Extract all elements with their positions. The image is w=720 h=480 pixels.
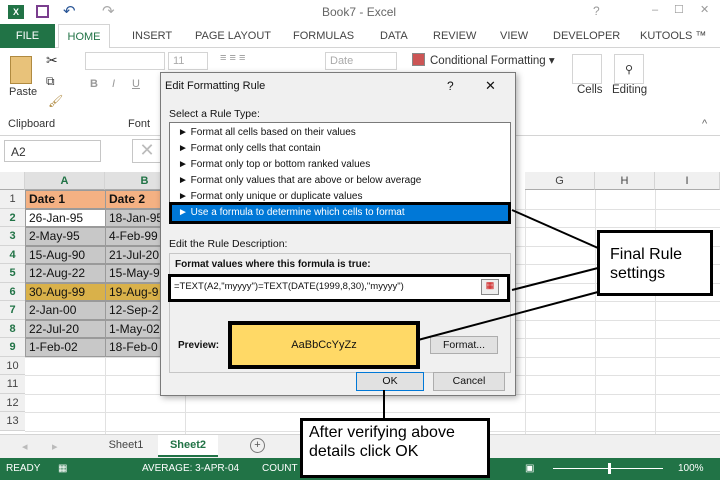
macro-record-icon[interactable]: ▦	[58, 458, 67, 480]
status-average: AVERAGE: 3-APR-04	[142, 463, 240, 474]
callout-line-preview	[417, 291, 599, 341]
page-layout-view-icon[interactable]: ▣	[525, 458, 534, 480]
sheet-tab-sheet1[interactable]: Sheet1	[96, 439, 156, 451]
new-sheet-icon[interactable]: +	[250, 438, 265, 453]
callout-line-rule	[511, 209, 599, 249]
scroll-right-icon[interactable]: ▸	[52, 440, 58, 453]
zoom-level[interactable]: 100%	[678, 458, 704, 480]
callout-line-formula	[511, 267, 599, 291]
sheet-tab-sheet2[interactable]: Sheet2	[158, 435, 218, 457]
final-rule-callout: Final Rule settings	[597, 230, 713, 296]
verify-ok-callout: After verifying above details click OK	[300, 418, 490, 478]
status-count: COUNT	[262, 463, 298, 474]
zoom-slider-thumb[interactable]	[608, 463, 611, 474]
status-ready: READY	[6, 463, 41, 474]
scroll-left-icon[interactable]: ◂	[22, 440, 28, 453]
